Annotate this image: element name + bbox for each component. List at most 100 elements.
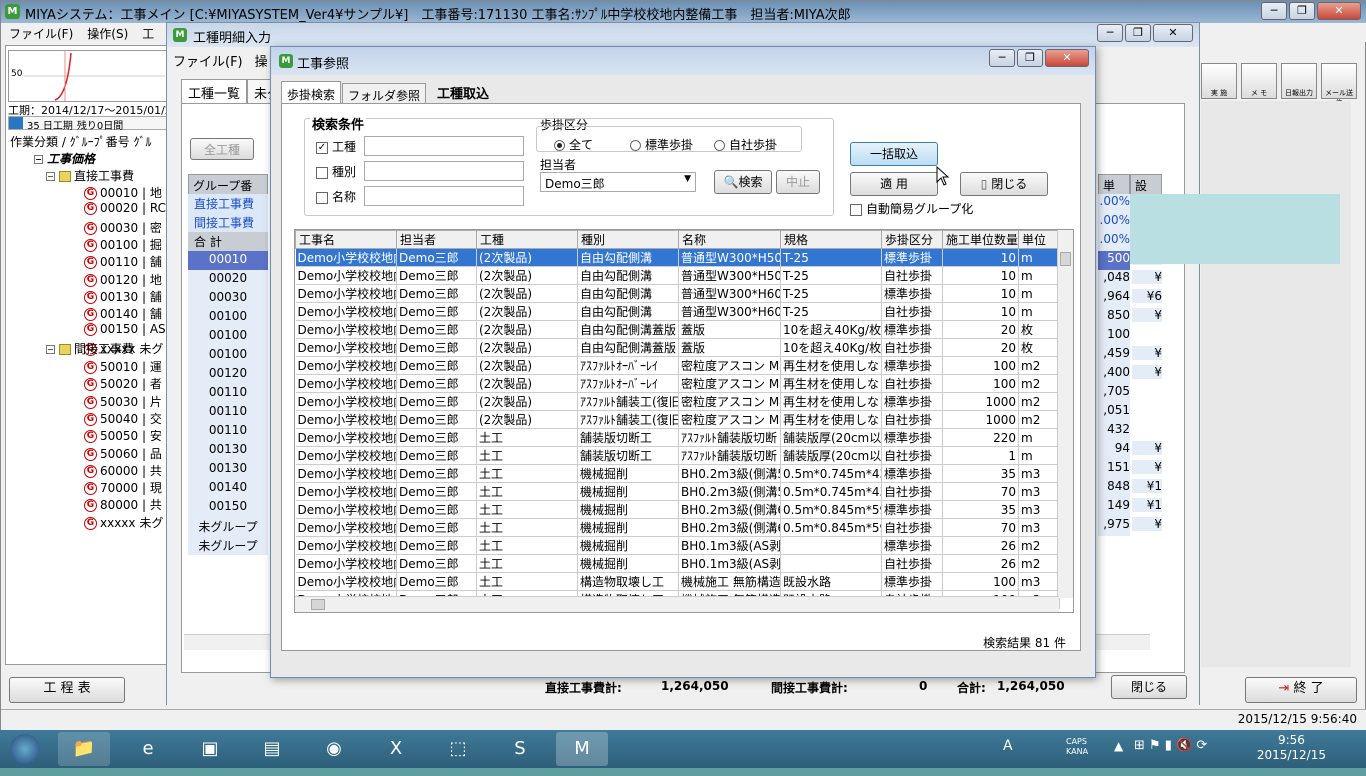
group-row[interactable]: 00110 [188, 384, 268, 403]
all-work-button[interactable]: 全工種 [190, 138, 254, 160]
tray-arrow-icon[interactable]: ▲ [1114, 739, 1123, 753]
ime-icon[interactable]: A [1003, 738, 1013, 754]
mail-tool-button[interactable]: メール送信 [1321, 63, 1357, 107]
close-button[interactable]: ✕ [1317, 2, 1361, 20]
tree-root[interactable]: − 工事価格 [34, 150, 95, 167]
schedule-button[interactable]: 工 程 表 [9, 677, 125, 703]
group-row[interactable]: 00010 [188, 251, 268, 270]
table-row[interactable]: Demo小学校校地内Demo三郎土工機械掘削BH0.2m3級(側溝600.5m*… [295, 500, 1060, 519]
excel-icon[interactable]: X [370, 732, 422, 766]
network-icon[interactable]: ▣ [184, 732, 236, 766]
group-row[interactable]: 00120 [188, 365, 268, 384]
tab-work-list[interactable]: 工種一覧 [181, 79, 248, 105]
column-header[interactable]: 歩掛区分 [881, 230, 943, 249]
tree-item-indirect[interactable]: G 50030 | 片 [84, 393, 162, 410]
radio-company[interactable]: 自社歩掛 [714, 136, 777, 153]
table-row[interactable]: Demo小学校校地内 Demo三郎 土工 構造物取壊し工 機械施工 無筋構造 既設水路 標準… [295, 572, 1060, 591]
maximize-button[interactable]: ❐ [1125, 24, 1151, 42]
maximize-button[interactable]: ❐ [1289, 2, 1315, 20]
tree-item-direct[interactable]: G 00010 | 地 [84, 184, 162, 201]
tree-item-indirect[interactable]: G 50010 | 運 [84, 358, 162, 375]
column-header[interactable]: 施工単位数量 [942, 230, 1019, 249]
tree-item-direct[interactable]: G 00140 | 舗 [84, 305, 162, 322]
tree-item-indirect[interactable]: G 70000 | 現 [84, 479, 162, 496]
group-row[interactable]: 00100 [188, 327, 268, 346]
checkbox-icon[interactable]: ✓ [316, 141, 328, 154]
exit-button[interactable]: ⇥ 終 了 [1245, 677, 1357, 703]
memo-tool-button[interactable]: メ モ [1241, 63, 1277, 99]
checkbox-icon[interactable] [850, 203, 862, 216]
column-header[interactable]: 規格 [780, 230, 882, 249]
table-row[interactable]: Demo小学校校地内 Demo三郎 (2次製品) 自由勾配側溝 普通型W300*H500… [295, 266, 1060, 285]
table-row[interactable]: Demo小学校校地内 Demo三郎 (2次製品) 自由勾配側溝 普通型W300*H500… [295, 248, 1060, 267]
minimize-button[interactable]: ─ [1261, 2, 1287, 20]
ie-icon[interactable]: e [122, 732, 174, 766]
minimize-button[interactable]: ─ [1097, 24, 1123, 42]
horizontal-scrollbar[interactable] [295, 596, 1059, 612]
radio-icon[interactable] [714, 140, 725, 151]
column-header[interactable]: 工事名 [295, 230, 397, 249]
stop-button[interactable]: 中止 [776, 170, 820, 194]
table-row[interactable]: Demo小学校校地内 Demo三郎 土工 舗装版切断工 ｱｽﾌｧﾙﾄ舗装版切断 舗装版厚(… [295, 428, 1060, 447]
criteria-worktype[interactable]: ✓ 工種 [316, 138, 356, 155]
name-input[interactable] [364, 186, 524, 206]
close-button[interactable]: ✕ [1045, 49, 1089, 67]
bulk-import-button[interactable]: 一括取込 [850, 142, 938, 166]
table-row[interactable]: Demo小学校校地内Demo三郎土工機械掘削BH0.1m3級(AS剥ぎ 自社歩掛2… [295, 554, 1060, 573]
table-row[interactable]: Demo小学校校地内 Demo三郎 (2次製品) ｱｽﾌｧﾙﾄｵｰﾊﾞｰﾚｲ 密粒度アス… [295, 374, 1060, 393]
tree-item-direct[interactable]: G 00130 | 舗 [84, 288, 162, 305]
tree-item-direct[interactable]: G 00120 | 地 [84, 271, 162, 288]
category-input[interactable] [364, 161, 524, 181]
vertical-scrollbar[interactable] [1057, 230, 1073, 598]
table-row[interactable]: Demo小学校校地内 Demo三郎 (2次製品) 自由勾配側溝 普通型W300*H600… [295, 284, 1060, 303]
group-row[interactable]: 合 計 [188, 232, 268, 251]
start-button[interactable] [0, 732, 50, 766]
checkbox-icon[interactable] [316, 191, 328, 204]
criteria-name[interactable]: 名称 [316, 188, 356, 205]
tree-item-indirect[interactable]: G 50040 | 交 [84, 410, 162, 427]
tree-item-indirect[interactable]: G 50060 | 品 [84, 445, 162, 462]
collapse-icon[interactable]: − [34, 155, 43, 164]
radio-standard[interactable]: 標準歩掛 [630, 136, 693, 153]
column-header[interactable]: 単位 [1018, 230, 1060, 249]
checkbox-icon[interactable] [316, 166, 328, 179]
table-row[interactable]: Demo小学校校地内 Demo三郎 (2次製品) 自由勾配側溝 普通型W300*H600… [295, 302, 1060, 321]
table-row[interactable]: Demo小学校校地内 Demo三郎 (2次製品) ｱｽﾌｧﾙﾄ舗装工(復旧 密粒度アスコ… [295, 392, 1060, 411]
menu-file[interactable]: ファイル(F) [9, 25, 73, 41]
tray-icons[interactable]: ⊞ ⚑ ▮ 🔇 ⟳ [1134, 738, 1207, 753]
auto-group-checkbox[interactable]: 自動簡易グループ化 [850, 200, 973, 217]
table-row[interactable]: Demo小学校校地内Demo三郎土工機械掘削BH0.1m3級(AS剥ぎ 標準歩掛2… [295, 536, 1060, 555]
group-row[interactable]: 00130 [188, 441, 268, 460]
group-row[interactable]: 00100 [188, 308, 268, 327]
group-row[interactable]: 未グループ [188, 536, 268, 555]
table-row[interactable]: Demo小学校校地内 Demo三郎 (2次製品) ｱｽﾌｧﾙﾄｵｰﾊﾞｰﾚｲ 密粒度アス… [295, 356, 1060, 375]
execute-tool-button[interactable]: 実 施 [1201, 63, 1237, 99]
miya-app-icon[interactable]: M [556, 732, 608, 766]
minimize-button[interactable]: ─ [989, 49, 1015, 67]
column-header[interactable]: 工種 [476, 230, 578, 249]
tree-item-indirect[interactable]: G 50020 | 者 [84, 375, 162, 392]
group-row[interactable]: 未グループ [188, 517, 268, 536]
table-row[interactable]: Demo小学校校地内 Demo三郎 土工 舗装版切断工 ｱｽﾌｧﾙﾄ舗装版切断 舗装版厚(… [295, 446, 1060, 465]
snipping-icon[interactable]: ⬚ [432, 732, 484, 766]
tree-item-direct[interactable]: G 00030 | 密 [84, 219, 162, 236]
group-row[interactable]: 00110 [188, 422, 268, 441]
worktype-input[interactable] [364, 136, 524, 156]
column-header[interactable]: 名称 [678, 230, 781, 249]
tree-item-indirect[interactable]: G 80000 | 共 [84, 496, 162, 513]
apply-button[interactable]: 適 用 [850, 172, 938, 196]
tree-indirect[interactable]: − 間接工事費 [46, 340, 134, 357]
group-row[interactable]: 00020 [188, 270, 268, 289]
detail-close-button[interactable]: 閉じる [1111, 675, 1187, 699]
tree-item-direct[interactable]: G 00020 | RC [84, 201, 166, 216]
person-select[interactable]: Demo三郎 ▼ [540, 172, 696, 192]
tree-item-direct[interactable]: G 00100 | 掘 [84, 236, 162, 253]
search-button[interactable]: 🔍検索 [714, 170, 772, 194]
menu-operation[interactable]: 操作(S) [87, 25, 128, 41]
dialog-close-button[interactable]: ▯ 閉じる [960, 172, 1048, 196]
group-row[interactable]: 00110 [188, 403, 268, 422]
column-header[interactable]: 担当者 [396, 230, 477, 249]
radio-icon[interactable] [630, 140, 641, 151]
group-row[interactable]: 00030 [188, 289, 268, 308]
group-row[interactable]: 直接工事費 [188, 194, 268, 213]
